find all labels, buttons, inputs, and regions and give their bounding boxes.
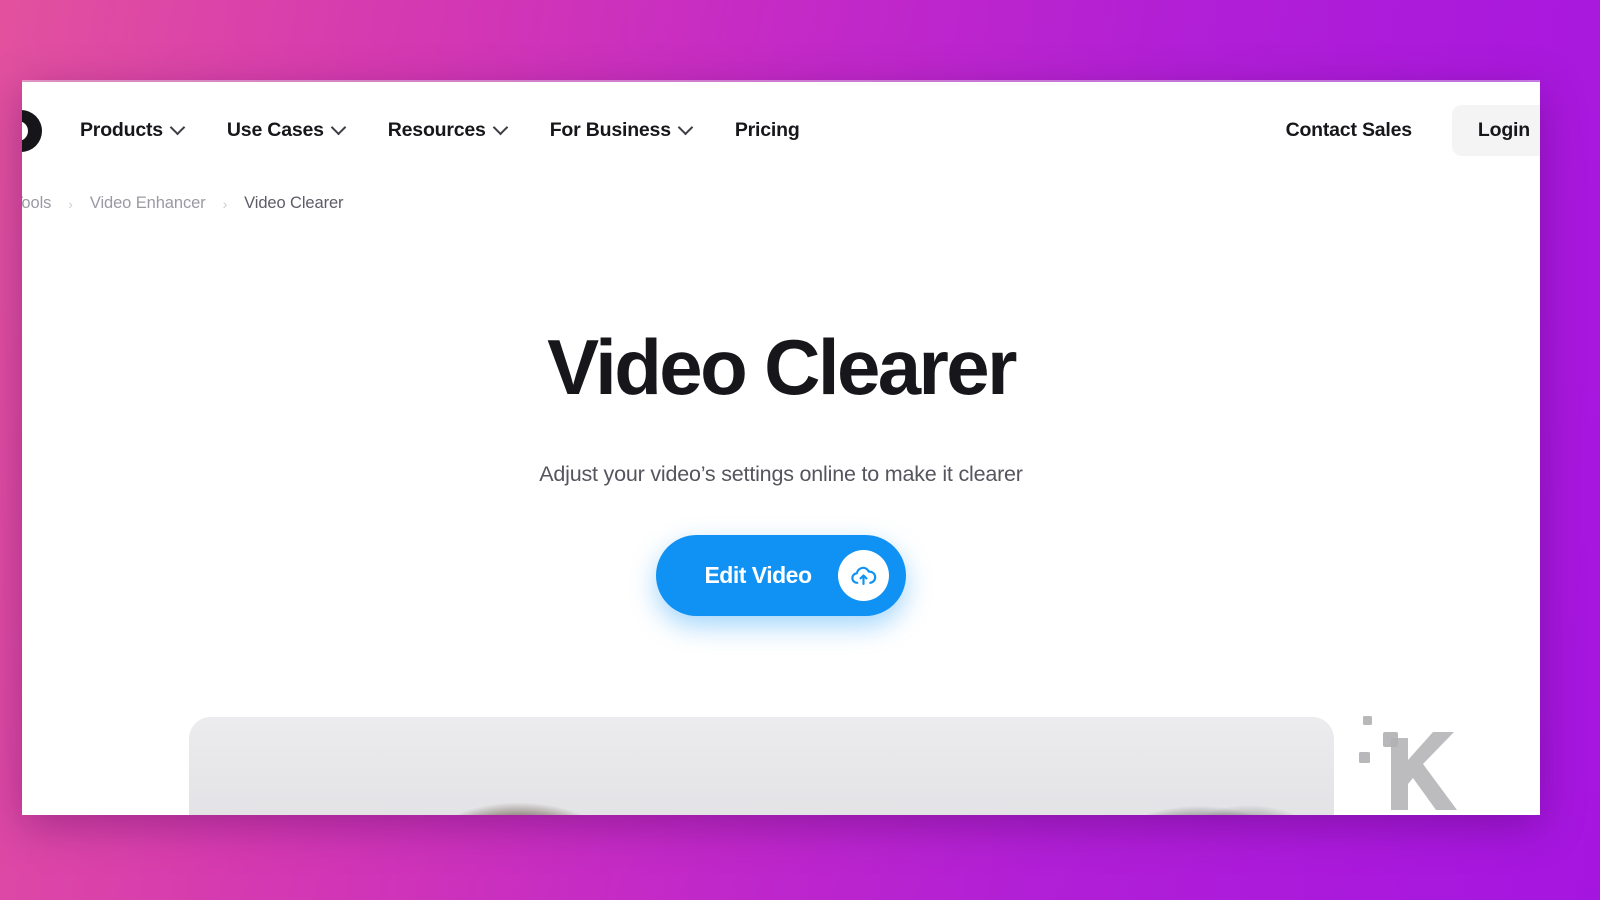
nav-item-resources[interactable]: Resources [388, 119, 506, 142]
top-navigation-bar: Products Use Cases Resources For Busines… [22, 82, 1540, 178]
secondary-nav-actions: Contact Sales Login [1286, 82, 1540, 178]
breadcrumb-separator: › [68, 195, 73, 212]
hero-cta-container: Edit Video [22, 535, 1540, 616]
chevron-down-icon [680, 122, 691, 133]
edit-video-button-label: Edit Video [704, 562, 812, 588]
nav-item-pricing-label: Pricing [734, 118, 800, 141]
breadcrumb-item-video-clearer: Video Clearer [244, 194, 344, 212]
edit-video-button[interactable]: Edit Video [656, 535, 906, 616]
chevron-down-icon [495, 122, 506, 133]
nav-item-products[interactable]: Products [80, 119, 183, 142]
browser-page-card: Products Use Cases Resources For Busines… [22, 82, 1540, 815]
breadcrumb-item-video-enhancer[interactable]: Video Enhancer [90, 194, 206, 213]
chevron-down-icon [172, 122, 183, 133]
comparison-preview-image [189, 717, 1334, 815]
cloud-upload-icon [837, 550, 889, 601]
nav-item-products-label: Products [80, 118, 163, 141]
contact-sales-link[interactable]: Contact Sales [1286, 119, 1452, 142]
nav-item-use-cases[interactable]: Use Cases [227, 119, 344, 142]
hero-subtitle: Adjust your video’s settings online to m… [539, 462, 1023, 486]
before-after-comparison-card[interactable]: Before After [189, 717, 1334, 815]
brand-logo-icon[interactable] [22, 110, 42, 152]
page-title: Video Clearer [547, 323, 1017, 411]
nav-item-use-cases-label: Use Cases [226, 118, 324, 141]
chevron-down-icon [333, 122, 344, 133]
nav-item-resources-label: Resources [387, 118, 486, 141]
breadcrumb: o Tools › Video Enhancer › Video Clearer [22, 194, 344, 213]
breadcrumb-item-video-tools[interactable]: o Tools [22, 194, 51, 213]
nav-item-pricing[interactable]: Pricing [735, 119, 800, 142]
breadcrumb-separator: › [222, 195, 228, 212]
login-button[interactable]: Login [1451, 104, 1540, 156]
primary-nav-links: Products Use Cases Resources For Busines… [80, 119, 800, 142]
nav-item-for-business-label: For Business [549, 118, 671, 141]
nav-item-for-business[interactable]: For Business [550, 119, 691, 142]
